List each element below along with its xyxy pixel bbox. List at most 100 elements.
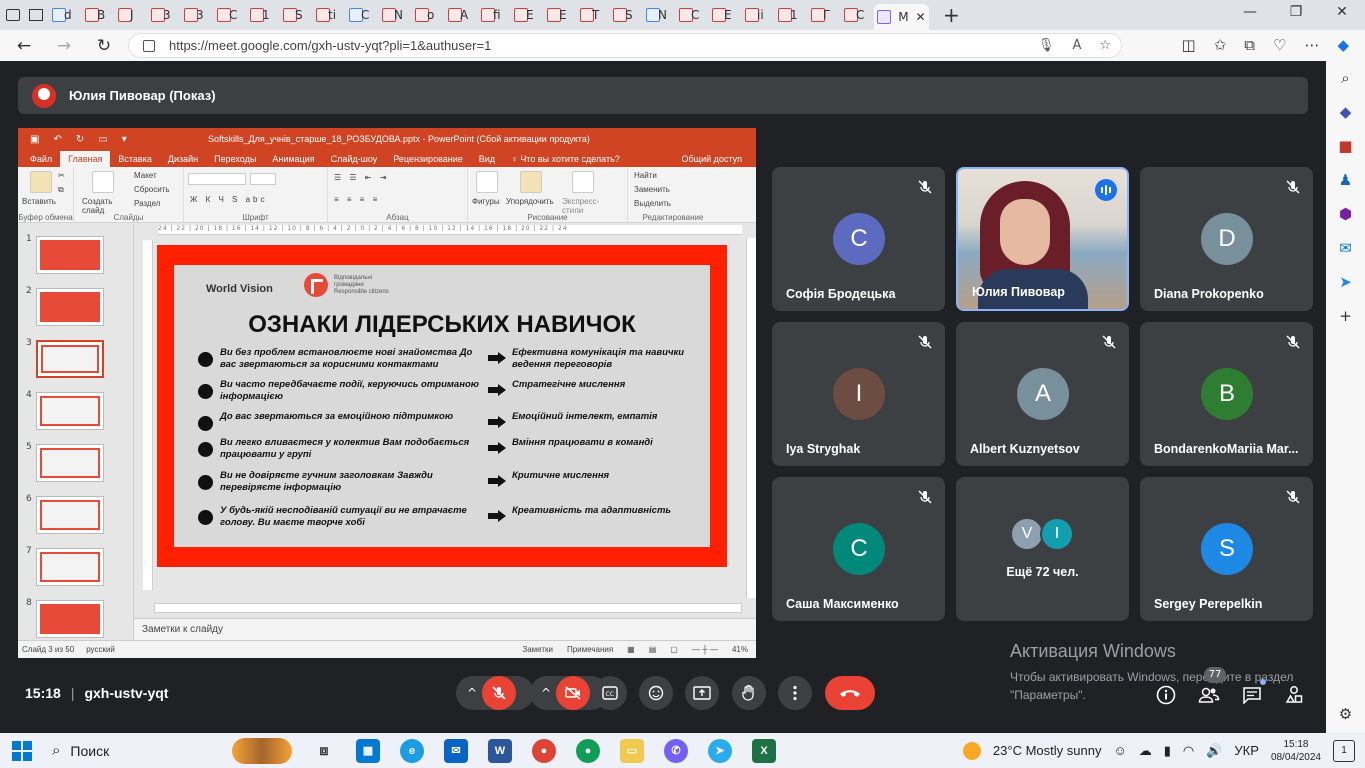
participant-tile[interactable]: Юлия Пивовар: [956, 167, 1129, 311]
sidebar-settings-icon[interactable]: ⚙: [1336, 705, 1356, 725]
ppt-tab[interactable]: Главная: [60, 151, 111, 167]
store-icon[interactable]: ▦: [356, 738, 380, 763]
reactions-button[interactable]: [639, 676, 673, 710]
weather-icon[interactable]: [962, 741, 981, 760]
chrome-profile-icon[interactable]: ●: [576, 738, 600, 763]
font-name-field[interactable]: [188, 173, 246, 185]
select-button[interactable]: Выделить: [634, 199, 671, 208]
horizontal-scrollbar[interactable]: [154, 603, 742, 613]
forward-button[interactable]: →: [44, 36, 84, 56]
font-format-buttons[interactable]: Ж К Ч S abc: [190, 195, 268, 204]
ppt-tab[interactable]: Анимация: [264, 154, 322, 167]
comments-button[interactable]: Примечания: [567, 645, 613, 654]
paste-button[interactable]: Вставить: [22, 197, 56, 206]
browser-tab[interactable]: 3: [181, 5, 211, 25]
participant-tile[interactable]: C Саша Максименко: [772, 477, 945, 621]
slide-notes-field[interactable]: Заметки к слайду: [134, 618, 756, 640]
volume-icon[interactable]: 🔊: [1206, 743, 1222, 759]
participant-tile[interactable]: D Diana Prokopenko: [1140, 167, 1313, 311]
back-button[interactable]: ←: [4, 36, 44, 56]
slide-thumbnail[interactable]: [36, 340, 104, 378]
notification-center-icon[interactable]: 1: [1333, 739, 1355, 762]
find-button[interactable]: Найти: [634, 171, 657, 180]
lock-icon[interactable]: [143, 39, 155, 52]
browser-tab[interactable]: 1: [247, 5, 277, 25]
redo-icon[interactable]: ↻: [76, 134, 84, 145]
arrange-button[interactable]: Упорядочить: [506, 197, 554, 206]
ppt-tab[interactable]: Дизайн: [160, 154, 206, 167]
slide-thumbnail[interactable]: [36, 548, 104, 586]
zoom-level[interactable]: 41%: [732, 645, 748, 654]
toolbox-icon[interactable]: ■: [1336, 137, 1356, 157]
browser-tab[interactable]: C: [676, 5, 706, 25]
section-button[interactable]: Раздел: [134, 199, 160, 208]
participant-tile[interactable]: B BondarenkoMariia Mar...: [1140, 322, 1313, 466]
browser-tab[interactable]: ti: [313, 5, 343, 25]
customize-toolbar-icon[interactable]: ▾: [122, 134, 127, 145]
browser-tab[interactable]: fi: [478, 5, 508, 25]
quick-styles-icon[interactable]: [572, 171, 594, 193]
save-icon[interactable]: ▣: [30, 134, 39, 145]
list-buttons[interactable]: ☰ ☰ ⇤ ⇥: [334, 173, 389, 182]
input-language[interactable]: УКР: [1234, 743, 1259, 758]
people-tray-icon[interactable]: ☺: [1113, 743, 1126, 758]
ppt-tab[interactable]: Вставка: [110, 154, 159, 167]
audio-options-chevron-icon[interactable]: ^: [462, 686, 482, 700]
zoom-slider[interactable]: — ┼ —: [692, 645, 718, 654]
favorites-icon[interactable]: ✩: [1214, 36, 1227, 54]
people-button[interactable]: [1197, 683, 1221, 707]
active-tab-meet[interactable]: M ✕: [874, 4, 929, 30]
raise-hand-button[interactable]: [732, 676, 766, 710]
browser-tab[interactable]: E: [511, 5, 541, 25]
new-slide-icon[interactable]: [92, 171, 114, 193]
notes-button[interactable]: Заметки: [522, 645, 553, 654]
replace-button[interactable]: Заменить: [634, 185, 670, 194]
microphone-toggle-button[interactable]: [482, 676, 516, 710]
participant-tile[interactable]: S Sergey Perepelkin: [1140, 477, 1313, 621]
font-size-field[interactable]: [250, 173, 276, 185]
slide-thumbnail[interactable]: [36, 496, 104, 534]
browser-tab[interactable]: S: [610, 5, 640, 25]
slide-thumbnail[interactable]: [36, 444, 104, 482]
browser-tab[interactable]: J: [115, 5, 145, 25]
browser-tab[interactable]: C: [346, 5, 376, 25]
split-screen-icon[interactable]: ◫: [1182, 36, 1196, 54]
sorter-view-icon[interactable]: ▤: [649, 645, 657, 654]
normal-view-icon[interactable]: ▦: [627, 645, 635, 654]
wifi-icon[interactable]: ◠: [1183, 743, 1194, 759]
participant-tile[interactable]: C Софія Бродецька: [772, 167, 945, 311]
browser-tab[interactable]: T: [577, 5, 607, 25]
chrome-icon[interactable]: ●: [532, 738, 556, 763]
participant-tile[interactable]: I Iya Stryghak: [772, 322, 945, 466]
ppt-tab[interactable]: Рецензирование: [385, 154, 471, 167]
video-options-chevron-icon[interactable]: ^: [536, 686, 556, 700]
battery-icon[interactable]: ▮: [1164, 743, 1171, 759]
office-icon[interactable]: ⬢: [1336, 205, 1356, 225]
favorite-star-icon[interactable]: ☆: [1099, 38, 1111, 53]
slide-thumbnail[interactable]: [36, 600, 104, 638]
start-button[interactable]: [12, 740, 32, 761]
browser-tab[interactable]: 1: [775, 5, 805, 25]
close-tab-icon[interactable]: ✕: [916, 10, 926, 24]
more-options-button[interactable]: [778, 676, 812, 710]
browser-tab[interactable]: ii: [742, 5, 772, 25]
align-buttons[interactable]: ≡ ≡ ≡ ≡: [334, 195, 380, 204]
outlook-icon[interactable]: ✉: [1336, 239, 1356, 259]
browser-tab[interactable]: E: [544, 5, 574, 25]
undo-icon[interactable]: ↶: [53, 134, 61, 145]
browser-tab[interactable]: Γ: [808, 5, 838, 25]
more-participants-tile[interactable]: V I Ещё 72 чел.: [956, 477, 1129, 621]
file-explorer-icon[interactable]: ▭: [620, 738, 644, 763]
more-menu-icon[interactable]: ⋯: [1304, 36, 1319, 54]
browser-tab[interactable]: o: [412, 5, 442, 25]
camera-toggle-button[interactable]: [556, 676, 590, 710]
reading-view-icon[interactable]: ▢: [670, 645, 678, 654]
task-view-icon[interactable]: ⧈: [312, 739, 336, 763]
tab-strip-icon[interactable]: [26, 5, 46, 25]
meeting-code[interactable]: gxh-ustv-yqt: [84, 685, 168, 701]
browser-tab[interactable]: N: [379, 5, 409, 25]
captions-button[interactable]: CC: [593, 676, 627, 710]
shapes-icon[interactable]: [476, 171, 498, 193]
restore-icon[interactable]: ❐: [1273, 4, 1319, 20]
ppt-tab[interactable]: ♀ Что вы хотите сделать?: [503, 154, 628, 167]
